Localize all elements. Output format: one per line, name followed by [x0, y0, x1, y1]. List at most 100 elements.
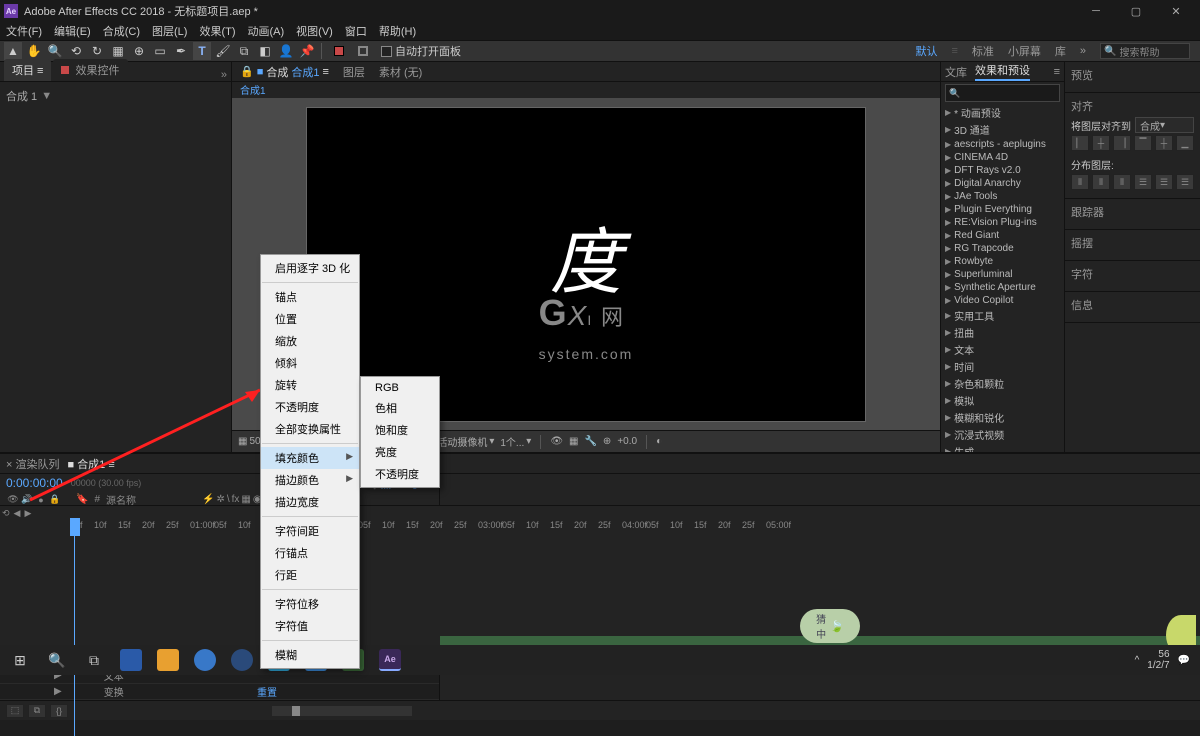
dist-4[interactable]: ☰ [1134, 174, 1152, 190]
vf-btn-1[interactable]: 👁 [550, 436, 563, 447]
effects-category[interactable]: ▶3D 通道 [941, 121, 1064, 138]
start-button[interactable]: ⊞ [2, 646, 38, 674]
effects-category[interactable]: ▶DFT Rays v2.0 [941, 164, 1064, 177]
effects-category[interactable]: ▶Digital Anarchy [941, 177, 1064, 190]
project-item-comp[interactable]: 合成 1 ▼ [4, 86, 227, 106]
effects-category[interactable]: ▶RG Trapcode [941, 242, 1064, 255]
align-hcenter[interactable]: ┼ [1092, 135, 1110, 151]
tab-timeline-comp[interactable]: ■ 合成1 ≡ [67, 456, 114, 472]
panel-menu-icon[interactable]: » [221, 69, 227, 81]
tab-effect-controls[interactable]: 效果控件 [53, 59, 127, 81]
effects-category[interactable]: ▶模拟 [941, 392, 1064, 409]
close-button[interactable]: ✕ [1156, 0, 1196, 22]
eraser-tool[interactable]: ◧ [256, 42, 274, 60]
exposure-btn[interactable]: ◐ [656, 436, 662, 447]
menu-window[interactable]: 窗口 [345, 23, 367, 39]
effects-category[interactable]: ▶扭曲 [941, 324, 1064, 341]
submenu-item[interactable]: 亮度 [361, 441, 439, 463]
menu-item[interactable]: 缩放 [261, 330, 359, 352]
pen-tool[interactable]: ✒ [172, 42, 190, 60]
help-search[interactable]: 🔍 搜索帮助 [1100, 43, 1190, 59]
rotate-tool[interactable]: ↻ [88, 42, 106, 60]
col-visibility[interactable]: 👁 [6, 493, 20, 507]
effects-category[interactable]: ▶模糊和锐化 [941, 409, 1064, 426]
align-bottom[interactable]: ▁ [1176, 135, 1194, 151]
menu-item[interactable]: 填充颜色▶ [261, 447, 359, 469]
effects-category[interactable]: ▶时间 [941, 358, 1064, 375]
menu-item[interactable]: 全部变换属性 [261, 418, 359, 440]
tab-library[interactable]: 文库 [945, 64, 967, 80]
auto-open-panel-checkbox[interactable]: 自动打开面板 [381, 43, 461, 59]
submenu-item[interactable]: 色相 [361, 397, 439, 419]
panel-tracker[interactable]: 跟踪器 [1071, 201, 1194, 223]
col-fx[interactable]: fx [232, 494, 240, 505]
taskbar-app-2[interactable] [150, 646, 186, 674]
dist-3[interactable]: ⫴ [1113, 174, 1131, 190]
tray-up-icon[interactable]: ^ [1135, 655, 1140, 666]
menu-item[interactable]: 旋转 [261, 374, 359, 396]
tab-effects-presets[interactable]: 效果和预设 [975, 62, 1030, 81]
panel-align[interactable]: 对齐 [1071, 95, 1194, 117]
tl-footer-btn-3[interactable]: {} [50, 704, 68, 718]
vf-btn-2[interactable]: ▦ [569, 436, 578, 447]
tl-footer-btn-1[interactable]: ⬚ [6, 704, 24, 718]
composition-viewport[interactable]: 度 GXI 网 system.com [306, 107, 866, 422]
menu-effect[interactable]: 效果(T) [199, 23, 235, 39]
align-left[interactable]: ▏ [1071, 135, 1089, 151]
layer-prop-transform[interactable]: ▶ 变换 重置 [0, 684, 439, 700]
menu-item[interactable]: 描边宽度 [261, 491, 359, 513]
taskbar-app-3[interactable] [187, 646, 223, 674]
viewer-breadcrumb[interactable]: 合成1 [232, 82, 940, 98]
zoom-tool[interactable]: 🔍 [46, 42, 64, 60]
align-right[interactable]: ▕ [1113, 135, 1131, 151]
menu-item[interactable]: 字符位移 [261, 593, 359, 615]
stroke-swatch[interactable] [354, 42, 372, 60]
menu-item[interactable]: 描边颜色▶ [261, 469, 359, 491]
menu-item[interactable]: 行锚点 [261, 542, 359, 564]
menu-item[interactable]: 倾斜 [261, 352, 359, 374]
vf-btn-3[interactable]: 🔧 [584, 436, 596, 447]
col-audio[interactable]: 🔊 [20, 493, 34, 507]
ruler-btn-1[interactable]: ⟲ [2, 508, 10, 519]
vf-btn-5[interactable]: +0.0 [617, 436, 637, 447]
effects-category[interactable]: ▶JAe Tools [941, 190, 1064, 203]
menu-item[interactable]: 字符值 [261, 615, 359, 637]
submenu-item[interactable]: RGB [361, 379, 439, 397]
menu-item[interactable]: 启用逐字 3D 化 [261, 257, 359, 279]
effects-category[interactable]: ▶Plugin Everything [941, 203, 1064, 216]
align-target-select[interactable]: 合成 ▾ [1135, 117, 1194, 133]
playhead[interactable] [70, 518, 80, 536]
workspace-small[interactable]: 小屏幕 [1008, 43, 1041, 59]
taskbar-app-4[interactable] [224, 646, 260, 674]
menu-view[interactable]: 视图(V) [296, 23, 333, 39]
tab-project[interactable]: 项目 ≡ [4, 59, 51, 81]
dist-1[interactable]: ⫴ [1071, 174, 1089, 190]
menu-composition[interactable]: 合成(C) [103, 23, 140, 39]
menu-file[interactable]: 文件(F) [6, 23, 42, 39]
vf-btn-4[interactable]: ⊕ [603, 436, 611, 447]
zoom-slider[interactable] [272, 706, 412, 716]
panel-info[interactable]: 信息 [1071, 294, 1194, 316]
effects-tree[interactable]: ▶* 动画预设▶3D 通道▶aescripts - aeplugins▶CINE… [941, 104, 1064, 452]
workspace-more[interactable]: » [1080, 45, 1086, 57]
taskbar-app-1[interactable] [113, 646, 149, 674]
col-3d[interactable]: ✲ [216, 494, 224, 505]
selection-tool[interactable]: ▲ [4, 42, 22, 60]
taskbar-app-ae[interactable]: Ae [372, 646, 408, 674]
clone-tool[interactable]: ⧉ [235, 42, 253, 60]
tl-footer-btn-2[interactable]: ⧉ [28, 704, 46, 718]
camera-dropdown[interactable]: 活动摄像机 ▾ [437, 434, 494, 449]
maximize-button[interactable]: ▢ [1116, 0, 1156, 22]
panel-character[interactable]: 字符 [1071, 263, 1194, 285]
col-shy[interactable]: ⚡ [202, 494, 214, 505]
effects-category[interactable]: ▶实用工具 [941, 307, 1064, 324]
menu-help[interactable]: 帮助(H) [379, 23, 416, 39]
col-frame-blend[interactable]: ▦ [241, 494, 250, 505]
effects-category[interactable]: ▶生成 [941, 443, 1064, 452]
floating-bubble[interactable]: 猜 中 🍃 [800, 609, 860, 643]
camera-tool[interactable]: ▦ [109, 42, 127, 60]
fill-stroke-swatch[interactable] [327, 42, 351, 60]
pan-behind-tool[interactable]: ⊕ [130, 42, 148, 60]
effects-category[interactable]: ▶aescripts - aeplugins [941, 138, 1064, 151]
puppet-tool[interactable]: 📌 [298, 42, 316, 60]
